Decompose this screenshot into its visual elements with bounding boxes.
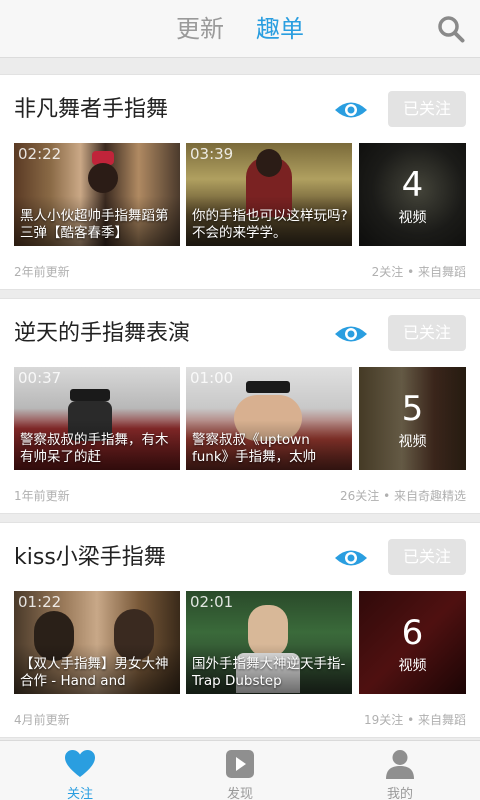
- video-thumbnail[interactable]: 01:00 警察叔叔《uptown funk》手指舞，太帅: [186, 367, 352, 470]
- video-count-label: 视频: [398, 658, 427, 674]
- updated-time: 4月前更新: [14, 713, 70, 727]
- card-footer: 1年前更新 26关注 • 来自奇趣精选: [14, 487, 466, 504]
- nav-discover[interactable]: 发现: [160, 741, 320, 800]
- nav-discover-label: 发现: [226, 787, 253, 800]
- eye-icon[interactable]: [334, 99, 368, 121]
- playlist-card[interactable]: kiss小梁手指舞 已关注 01:22 【双人手指舞】男女大神合作 - Hand…: [0, 522, 480, 738]
- tab-updates[interactable]: 更新: [176, 13, 224, 45]
- video-title: 国外手指舞大神逆天手指- Trap Dubstep: [192, 656, 346, 689]
- video-title: 黑人小伙超帅手指舞蹈第三弹【酷客春季】: [20, 208, 169, 241]
- video-thumbnails: 02:22 黑人小伙超帅手指舞蹈第三弹【酷客春季】 03:39 你的手指也可以这…: [14, 143, 466, 246]
- follow-count-source: 19关注 • 来自舞蹈: [364, 713, 466, 727]
- video-count: 6: [401, 613, 424, 653]
- card-footer: 2年前更新 2关注 • 来自舞蹈: [14, 263, 466, 280]
- heart-icon: [65, 750, 95, 777]
- more-videos-tile[interactable]: 5 视频: [359, 367, 466, 470]
- nav-follow-label: 关注: [66, 787, 93, 800]
- video-thumbnail[interactable]: 02:01 国外手指舞大神逆天手指- Trap Dubstep: [186, 591, 352, 694]
- follow-count-source: 2关注 • 来自舞蹈: [371, 265, 466, 279]
- video-thumbnail[interactable]: 00:37 警察叔叔的手指舞，有木有帅呆了的赶: [14, 367, 180, 470]
- playlist-card[interactable]: 逆天的手指舞表演 已关注 00:37 警察叔叔的手指舞，有木有帅呆了的赶 01:…: [0, 298, 480, 514]
- tab-playlists[interactable]: 趣单: [256, 13, 304, 45]
- video-count-label: 视频: [398, 434, 427, 450]
- playlist-card[interactable]: 非凡舞者手指舞 已关注 02:22 黑人小伙超帅手指舞蹈第三弹【酷客春季】 03…: [0, 74, 480, 290]
- video-thumbnail[interactable]: 02:22 黑人小伙超帅手指舞蹈第三弹【酷客春季】: [14, 143, 180, 246]
- video-title: 警察叔叔的手指舞，有木有帅呆了的赶: [20, 432, 169, 465]
- search-icon[interactable]: [436, 14, 466, 44]
- video-thumbnail[interactable]: 03:39 你的手指也可以这样玩吗?不会的来学学。: [186, 143, 352, 246]
- video-title: 【双人手指舞】男女大神合作 - Hand and: [20, 656, 169, 689]
- video-duration: 02:22: [18, 145, 62, 163]
- updated-time: 2年前更新: [14, 265, 70, 279]
- video-duration: 02:01: [190, 593, 234, 611]
- followed-button[interactable]: 已关注: [388, 539, 466, 575]
- playlist-title: 逆天的手指舞表演: [14, 321, 191, 346]
- playlist-title: 非凡舞者手指舞: [14, 97, 169, 122]
- more-videos-tile[interactable]: 6 视频: [359, 591, 466, 694]
- card-footer: 4月前更新 19关注 • 来自舞蹈: [14, 711, 466, 728]
- nav-follow[interactable]: 关注: [0, 741, 160, 800]
- eye-icon[interactable]: [334, 547, 368, 569]
- video-count: 5: [401, 389, 424, 429]
- top-bar: 更新 趣单: [0, 0, 480, 58]
- video-title: 你的手指也可以这样玩吗?不会的来学学。: [192, 208, 348, 241]
- video-duration: 03:39: [190, 145, 234, 163]
- video-count-label: 视频: [398, 210, 427, 226]
- more-videos-tile[interactable]: 4 视频: [359, 143, 466, 246]
- nav-me-label: 我的: [386, 787, 413, 800]
- video-duration: 01:22: [18, 593, 62, 611]
- followed-button[interactable]: 已关注: [388, 315, 466, 351]
- video-thumbnail[interactable]: 01:22 【双人手指舞】男女大神合作 - Hand and: [14, 591, 180, 694]
- video-thumbnails: 00:37 警察叔叔的手指舞，有木有帅呆了的赶 01:00 警察叔叔《uptow…: [14, 367, 466, 470]
- video-duration: 01:00: [190, 369, 234, 387]
- updated-time: 1年前更新: [14, 489, 70, 503]
- nav-me[interactable]: 我的: [320, 741, 480, 800]
- bottom-nav: 关注 发现 我的: [0, 740, 480, 800]
- video-title: 警察叔叔《uptown funk》手指舞，太帅: [192, 432, 317, 465]
- video-count: 4: [401, 165, 424, 205]
- followed-button[interactable]: 已关注: [388, 91, 466, 127]
- video-duration: 00:37: [18, 369, 62, 387]
- person-icon: [386, 750, 414, 779]
- eye-icon[interactable]: [334, 323, 368, 345]
- playlist-feed: 非凡舞者手指舞 已关注 02:22 黑人小伙超帅手指舞蹈第三弹【酷客春季】 03…: [0, 66, 480, 738]
- play-icon: [226, 750, 254, 778]
- follow-count-source: 26关注 • 来自奇趣精选: [340, 489, 466, 503]
- playlist-title: kiss小梁手指舞: [14, 545, 166, 570]
- video-thumbnails: 01:22 【双人手指舞】男女大神合作 - Hand and 02:01 国外手…: [14, 591, 466, 694]
